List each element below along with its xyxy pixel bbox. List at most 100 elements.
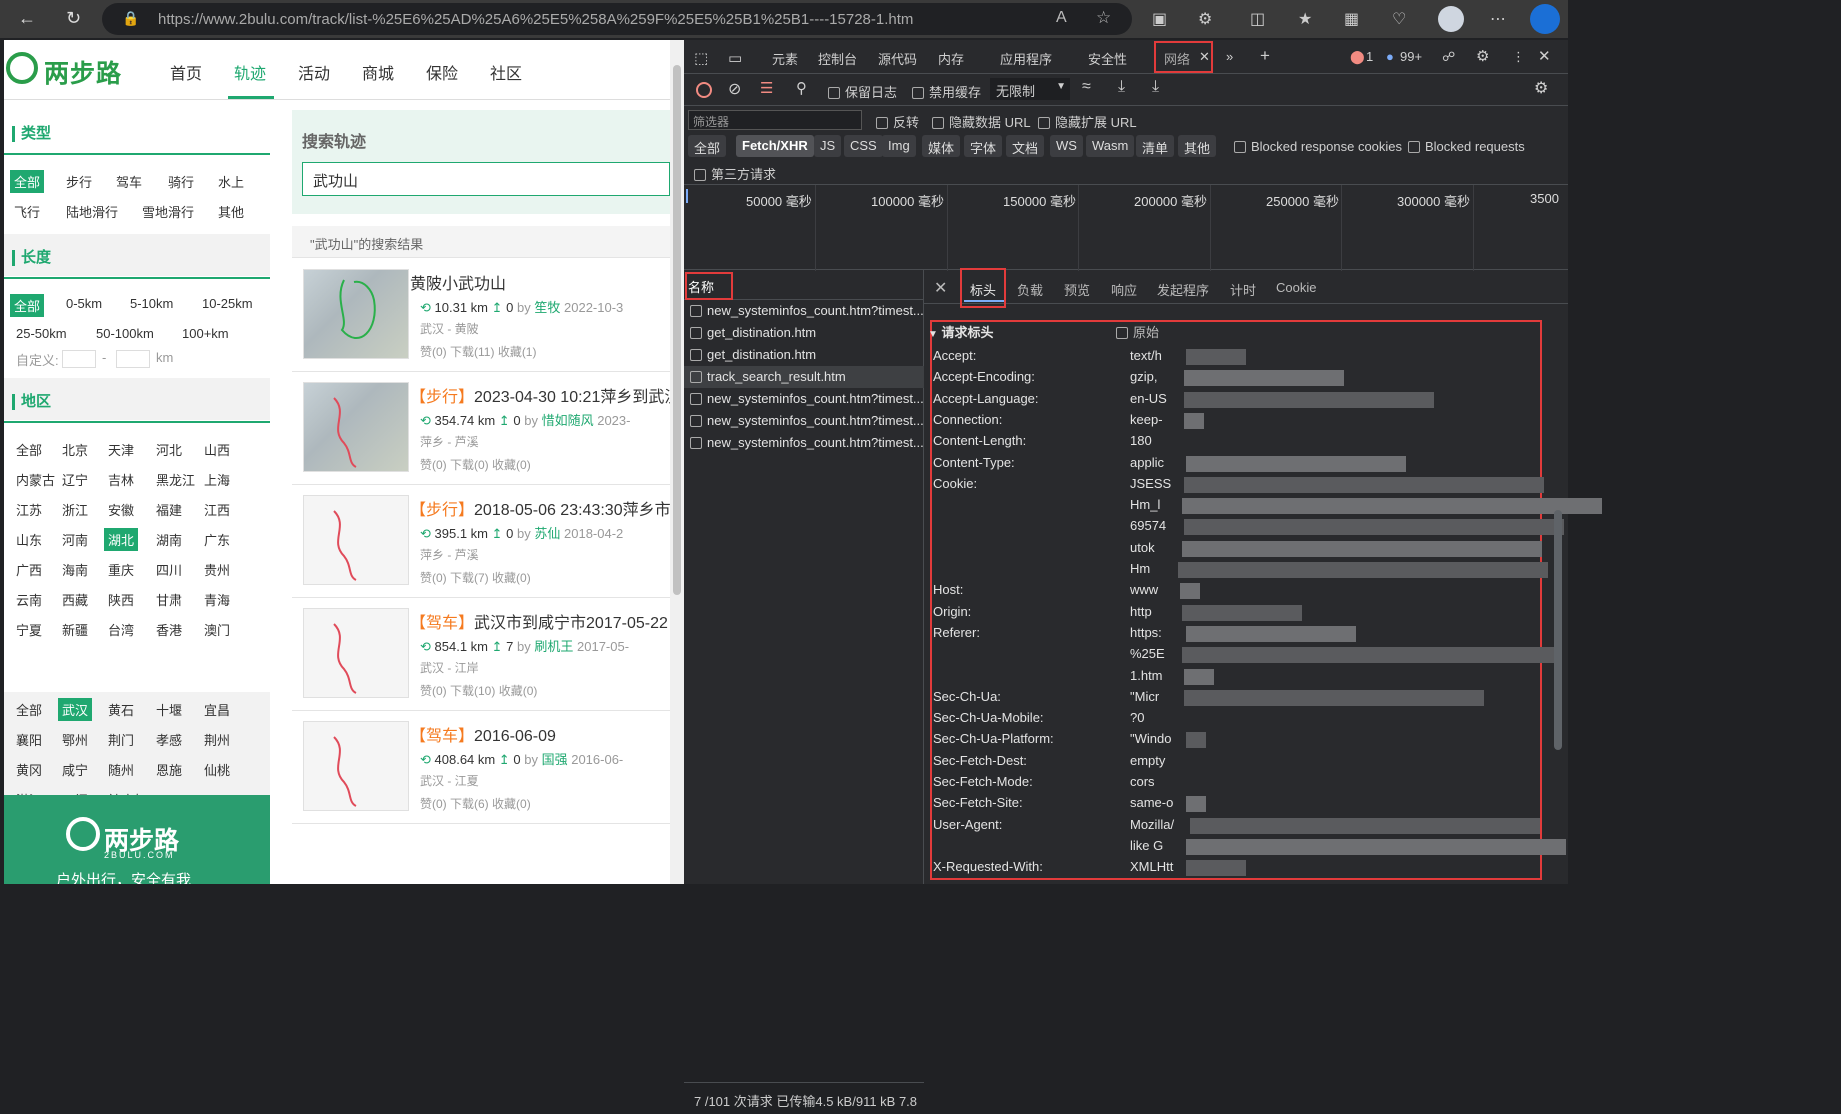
type-filter-font[interactable]: 字体 (964, 135, 1003, 157)
track-user[interactable]: 笙牧 (534, 300, 560, 315)
city-item[interactable]: 襄阳 (12, 728, 46, 751)
invert-checkbox[interactable]: 反转 (876, 112, 919, 131)
error-icon[interactable]: ⬤ (1350, 49, 1365, 65)
tab-preview[interactable]: 预览 (1064, 280, 1090, 299)
region-item[interactable]: 浙江 (58, 498, 92, 521)
message-icon[interactable]: ● (1386, 49, 1394, 64)
detail-scrollbar[interactable] (1552, 310, 1564, 880)
record-icon[interactable] (696, 82, 712, 98)
third-party-checkbox[interactable]: 第三方请求 (694, 164, 776, 183)
extensions-icon[interactable]: ⚙ (1198, 9, 1212, 29)
tab-timing[interactable]: 计时 (1230, 280, 1256, 299)
tab-application[interactable]: 应用程序 (1000, 49, 1052, 68)
disable-cache-checkbox[interactable]: 禁用缓存 (912, 82, 981, 101)
track-thumbnail[interactable] (303, 608, 409, 698)
length-all[interactable]: 全部 (10, 294, 45, 317)
type-ride[interactable]: 骑行 (164, 170, 198, 193)
track-title[interactable]: 【驾车】武汉市到咸宁市2017-05-22 (410, 609, 668, 633)
region-item[interactable]: 云南 (12, 588, 46, 611)
length-0-5[interactable]: 0-5km (62, 294, 106, 313)
region-item[interactable]: 全部 (12, 438, 46, 461)
custom-max-input[interactable] (116, 350, 150, 368)
header-value[interactable]: like G (1130, 838, 1163, 853)
like-button[interactable]: 赞(0) (420, 684, 447, 698)
city-item[interactable]: 武汉 (58, 698, 93, 721)
tab-memory[interactable]: 内存 (938, 49, 964, 68)
header-value[interactable]: ?0 (1130, 710, 1144, 725)
track-title[interactable]: 【步行】2018-05-06 23:43:30萍乡市到 (410, 496, 670, 520)
request-checkbox[interactable] (690, 327, 702, 339)
region-item[interactable]: 河北 (152, 438, 186, 461)
region-item[interactable]: 香港 (152, 618, 186, 641)
hide-ext-url-checkbox[interactable]: 隐藏扩展 URL (1038, 112, 1137, 131)
track-thumbnail[interactable] (303, 382, 409, 472)
region-item[interactable]: 甘肃 (152, 588, 186, 611)
city-item[interactable]: 黄冈 (12, 758, 46, 781)
city-item[interactable]: 荆州 (200, 728, 234, 751)
track-title[interactable]: 【驾车】2016-06-09 (410, 722, 556, 746)
hide-data-url-checkbox[interactable]: 隐藏数据 URL (932, 112, 1031, 131)
type-land-slide[interactable]: 陆地滑行 (62, 200, 122, 223)
track-result[interactable]: 【驾车】2016-06-09 ⟲ 408.64 km ↥ 0 by 国强 2016… (292, 711, 670, 824)
track-result[interactable]: 黄陂小武功山 ⟲ 10.31 km ↥ 0 by 笙牧 2022-10-3 武汉 -… (292, 259, 670, 372)
region-item[interactable]: 黑龙江 (152, 468, 199, 491)
read-aloud-icon[interactable]: A (1056, 9, 1067, 27)
favorite-star-icon[interactable]: ☆ (1096, 8, 1111, 28)
tab-cookie[interactable]: Cookie (1276, 280, 1316, 295)
request-checkbox[interactable] (690, 371, 702, 383)
wifi-icon[interactable]: ≈ (1082, 78, 1091, 96)
back-icon[interactable]: ← (18, 8, 36, 29)
header-value[interactable]: https: (1130, 625, 1162, 640)
type-filter-other[interactable]: 其他 (1178, 135, 1217, 157)
blocked-requests-checkbox[interactable]: Blocked requests (1408, 139, 1525, 154)
city-item[interactable]: 仙桃 (200, 758, 234, 781)
length-5-10[interactable]: 5-10km (126, 294, 177, 313)
type-filter-media[interactable]: 媒体 (922, 135, 961, 157)
tab-security[interactable]: 安全性 (1088, 49, 1127, 68)
region-item[interactable]: 上海 (200, 468, 234, 491)
request-row[interactable]: get_distination.htm (684, 344, 924, 366)
region-item[interactable]: 江苏 (12, 498, 46, 521)
type-filter-js[interactable]: JS (814, 135, 842, 157)
region-item[interactable]: 福建 (152, 498, 186, 521)
favorite-button[interactable]: 收藏(0) (492, 797, 531, 811)
blocked-cookies-checkbox[interactable]: Blocked response cookies (1234, 139, 1402, 154)
download-icon[interactable]: ⤓ (1152, 78, 1159, 96)
header-value[interactable]: keep- (1130, 412, 1163, 427)
page-scrollbar[interactable] (670, 40, 684, 884)
type-all[interactable]: 全部 (10, 170, 45, 193)
city-item[interactable]: 恩施 (152, 758, 186, 781)
request-headers-section[interactable]: ▼ 请求标头 (928, 322, 994, 341)
track-title[interactable]: 黄陂小武功山 (410, 270, 506, 294)
region-item[interactable]: 青海 (200, 588, 234, 611)
nav-home[interactable]: 首页 (170, 60, 202, 84)
request-row[interactable]: track_search_result.htm (684, 366, 924, 388)
type-filter-img[interactable]: Img (882, 135, 916, 157)
download-button[interactable]: 下载(6) (450, 797, 489, 811)
request-row[interactable]: new_systeminfos_count.htm?timest... (684, 388, 924, 410)
header-value[interactable]: applic (1130, 455, 1164, 470)
split-screen-icon[interactable]: ◫ (1250, 9, 1265, 29)
throttle-select[interactable]: 无限制 ▼ (990, 78, 1070, 100)
copilot-icon[interactable] (1530, 4, 1560, 34)
filter-icon[interactable]: ☰ (760, 79, 773, 97)
header-value[interactable]: empty (1130, 753, 1165, 768)
track-user[interactable]: 惜如随风 (542, 413, 594, 428)
city-item[interactable]: 咸宁 (58, 758, 92, 781)
more-tabs-icon[interactable]: » (1226, 49, 1233, 64)
favorite-button[interactable]: 收藏(0) (499, 684, 538, 698)
preserve-log-checkbox[interactable]: 保留日志 (828, 82, 897, 101)
upload-icon[interactable]: ⤓ (1118, 78, 1125, 96)
type-filter-wasm[interactable]: Wasm (1086, 135, 1135, 157)
header-value[interactable]: 1.htm (1130, 668, 1163, 683)
header-value[interactable]: Hm_l (1130, 497, 1160, 512)
region-item[interactable]: 安徽 (104, 498, 138, 521)
request-checkbox[interactable] (690, 415, 702, 427)
type-snow-slide[interactable]: 雪地滑行 (138, 200, 198, 223)
request-checkbox[interactable] (690, 349, 702, 361)
region-item[interactable]: 海南 (58, 558, 92, 581)
request-checkbox[interactable] (690, 393, 702, 405)
refresh-icon[interactable]: ↻ (66, 8, 81, 29)
type-fly[interactable]: 飞行 (10, 200, 44, 223)
track-thumbnail[interactable] (303, 495, 409, 585)
